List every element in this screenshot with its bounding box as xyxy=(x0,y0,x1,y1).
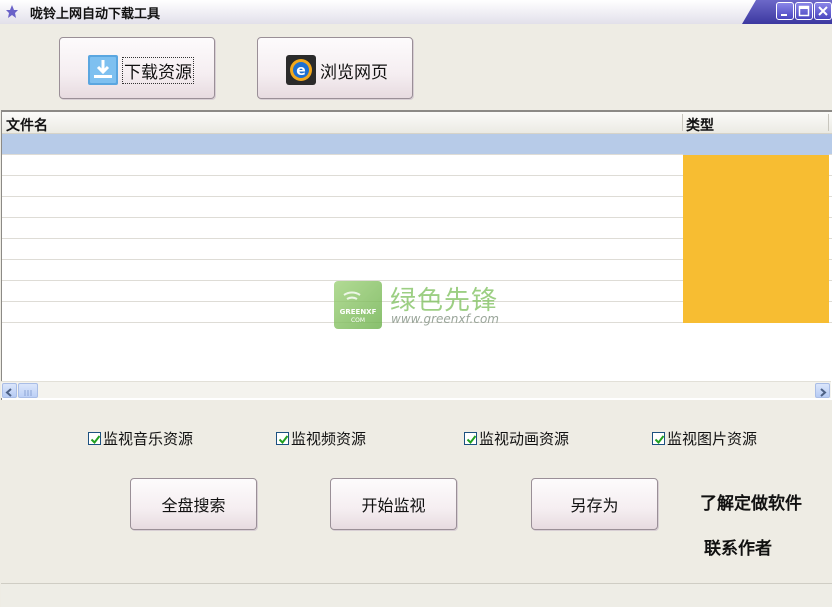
checkbox-box[interactable] xyxy=(652,431,665,445)
type-cell xyxy=(683,134,829,155)
monitor-video-label: 监视频资源 xyxy=(291,429,367,448)
column-header-type[interactable]: 类型 xyxy=(686,115,714,135)
type-cell xyxy=(683,260,829,281)
scrollbar-thumb[interactable] xyxy=(18,383,38,398)
status-bar xyxy=(1,583,832,607)
full-disk-search-button[interactable]: 全盘搜索 xyxy=(130,478,257,530)
type-cell xyxy=(683,176,829,197)
monitor-animation-checkbox[interactable]: 监视动画资源 xyxy=(464,429,570,448)
title-bar[interactable]: 咙铃上网自动下载工具 xyxy=(0,0,832,24)
browse-web-button[interactable]: e 浏览网页 xyxy=(257,37,413,99)
grip-icon xyxy=(24,390,32,396)
monitor-video-checkbox[interactable]: 监视频资源 xyxy=(276,429,367,448)
monitor-image-label: 监视图片资源 xyxy=(667,429,758,448)
checkmark-icon xyxy=(654,434,665,444)
column-divider[interactable] xyxy=(682,114,683,131)
minimize-button[interactable] xyxy=(776,2,794,20)
close-icon xyxy=(818,6,828,16)
close-button[interactable] xyxy=(814,2,832,20)
wifi-wave-icon: GREENXF COM xyxy=(340,291,377,324)
type-cell xyxy=(683,197,829,218)
checkmark-icon xyxy=(90,434,101,444)
chevron-left-icon xyxy=(5,388,12,397)
minimize-icon xyxy=(781,14,787,16)
checkmark-icon xyxy=(278,434,289,444)
save-as-button[interactable]: 另存为 xyxy=(531,478,658,530)
maximize-button[interactable] xyxy=(795,2,813,20)
horizontal-scrollbar[interactable] xyxy=(1,381,831,398)
type-cell xyxy=(683,218,829,239)
internet-explorer-icon: e xyxy=(286,55,316,85)
list-header: 文件名 类型 xyxy=(2,112,832,134)
svg-text:COM: COM xyxy=(351,317,365,324)
monitor-music-checkbox[interactable]: 监视音乐资源 xyxy=(88,429,194,448)
list-row[interactable] xyxy=(2,134,832,155)
download-arrow-icon xyxy=(88,55,118,85)
list-row[interactable] xyxy=(2,218,832,239)
checkbox-box[interactable] xyxy=(464,431,477,445)
type-cell xyxy=(683,302,829,323)
start-monitor-button[interactable]: 开始监视 xyxy=(330,478,457,530)
watermark-url: www.greenxf.com xyxy=(391,312,499,326)
window-title: 咙铃上网自动下载工具 xyxy=(30,7,161,22)
app-window: 咙铃上网自动下载工具 下载资源 e 浏览网页 文件名 类型 GREENXF CO… xyxy=(0,0,832,607)
type-cell xyxy=(683,239,829,260)
monitor-music-label: 监视音乐资源 xyxy=(103,429,194,448)
app-icon xyxy=(6,5,18,18)
list-row[interactable] xyxy=(2,197,832,218)
contact-author-link[interactable]: 联系作者 xyxy=(704,534,772,559)
column-header-filename[interactable]: 文件名 xyxy=(6,115,48,135)
list-row[interactable] xyxy=(2,239,832,260)
list-row[interactable] xyxy=(2,176,832,197)
svg-text:e: e xyxy=(296,63,306,79)
checkmark-icon xyxy=(466,434,477,444)
checkbox-box[interactable] xyxy=(88,431,101,445)
maximize-icon xyxy=(798,5,810,17)
scroll-right-button[interactable] xyxy=(815,383,830,398)
download-resources-label: 下载资源 xyxy=(122,57,194,84)
type-cell xyxy=(683,155,829,176)
custom-software-link[interactable]: 了解定做软件 xyxy=(700,489,802,514)
checkbox-box[interactable] xyxy=(276,431,289,445)
monitor-image-checkbox[interactable]: 监视图片资源 xyxy=(652,429,758,448)
scroll-left-button[interactable] xyxy=(2,383,17,398)
download-resources-button[interactable]: 下载资源 xyxy=(59,37,215,99)
list-row[interactable] xyxy=(2,260,832,281)
watermark-logo: GREENXF COM xyxy=(334,281,382,329)
type-cell xyxy=(683,281,829,302)
monitor-animation-label: 监视动画资源 xyxy=(479,429,570,448)
file-list[interactable]: 文件名 类型 xyxy=(1,110,832,400)
chevron-right-icon xyxy=(820,388,827,397)
browse-web-label: 浏览网页 xyxy=(320,63,388,83)
column-divider[interactable] xyxy=(828,114,829,131)
svg-text:GREENXF: GREENXF xyxy=(340,308,377,316)
list-row[interactable] xyxy=(2,155,832,176)
